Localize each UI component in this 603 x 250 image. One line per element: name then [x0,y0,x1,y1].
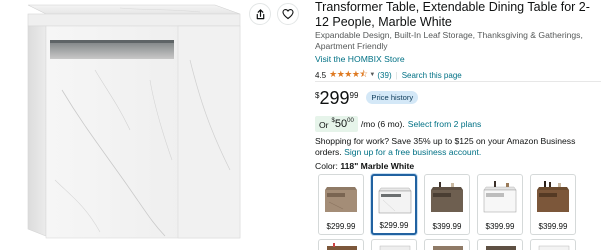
swatch-option[interactable] [318,239,364,250]
chevron-down-icon[interactable]: ▼ [369,72,375,78]
monthly-whole: 50 [334,118,348,130]
monthly-term: /mo (6 mo). [360,119,405,129]
review-count-link[interactable]: (39) [377,71,391,80]
separator: | [395,70,398,80]
swatch-thumbnail [433,246,463,250]
swatch-price: $299.99 [379,221,409,230]
heart-icon [282,9,294,20]
product-info: Transformer Table, Extendable Dining Tab… [315,0,603,250]
price-row: $ 299 99 Price history [315,88,419,108]
swatch-option[interactable]: $399.99 [530,174,576,235]
swatch-price: $299.99 [326,222,356,231]
product-title: Transformer Table, Extendable Dining Tab… [315,0,590,29]
monthly-fraction: 00 [347,118,354,124]
color-swatches-row-2 [318,239,576,250]
swatch-thumbnail [537,181,569,212]
swatch-thumbnail [379,245,411,250]
price-history-button[interactable]: Price history [366,91,419,104]
swatch-thumbnail [486,246,516,250]
swatch-thumbnail [431,182,463,212]
swatch-price: $399.99 [432,222,462,231]
swatch-price: $399.99 [485,222,515,231]
swatch-thumbnail [378,187,412,214]
or-label: Or [319,120,329,130]
color-label-row: Color: 118" Marble White [315,161,414,171]
select-plans-link[interactable]: Select from 2 plans [408,119,482,129]
swatch-option[interactable] [371,239,417,250]
swatch-option[interactable]: $399.99 [477,174,523,235]
swatch-thumbnail [538,245,570,250]
favorite-button[interactable] [277,3,299,25]
share-icon [256,8,264,19]
rating-value: 4.5 [315,70,327,80]
product-image[interactable] [0,0,305,250]
swatch-option-selected[interactable]: $299.99 [371,174,417,235]
monthly-payment-row: Or $ 50 00 /mo (6 mo). Select from 2 pla… [315,115,601,133]
swatch-thumbnail [327,243,357,250]
color-swatches: $299.99 $299.99 $399.99 $399.99 $399.99 [318,174,576,235]
store-link[interactable]: Visit the HOMBIX Store [315,54,405,64]
product-subtitle: Expandable Design, Built-In Leaf Storage… [315,30,583,51]
business-signup-link[interactable]: Sign up for a free business account. [344,147,481,157]
search-page-link[interactable]: Search this page [402,71,462,80]
product-gallery [0,0,305,250]
swatch-option[interactable]: $399.99 [424,174,470,235]
swatch-thumbnail [483,181,517,213]
share-button[interactable] [249,3,271,25]
business-offer: Shopping for work? Save 35% up to $125 o… [315,136,603,158]
color-value: 118" Marble White [340,161,415,171]
swatch-price: $399.99 [538,222,568,231]
swatch-thumbnail [325,187,357,212]
color-label: Color: [315,161,338,171]
swatch-option[interactable] [477,239,523,250]
monthly-price-badge: Or $ 50 00 [315,116,358,132]
price-fraction: 99 [349,91,359,100]
swatch-option[interactable] [424,239,470,250]
divider [315,81,601,82]
swatch-option[interactable]: $299.99 [318,174,364,235]
price-whole: 299 [319,88,350,108]
swatch-option[interactable] [530,239,576,250]
